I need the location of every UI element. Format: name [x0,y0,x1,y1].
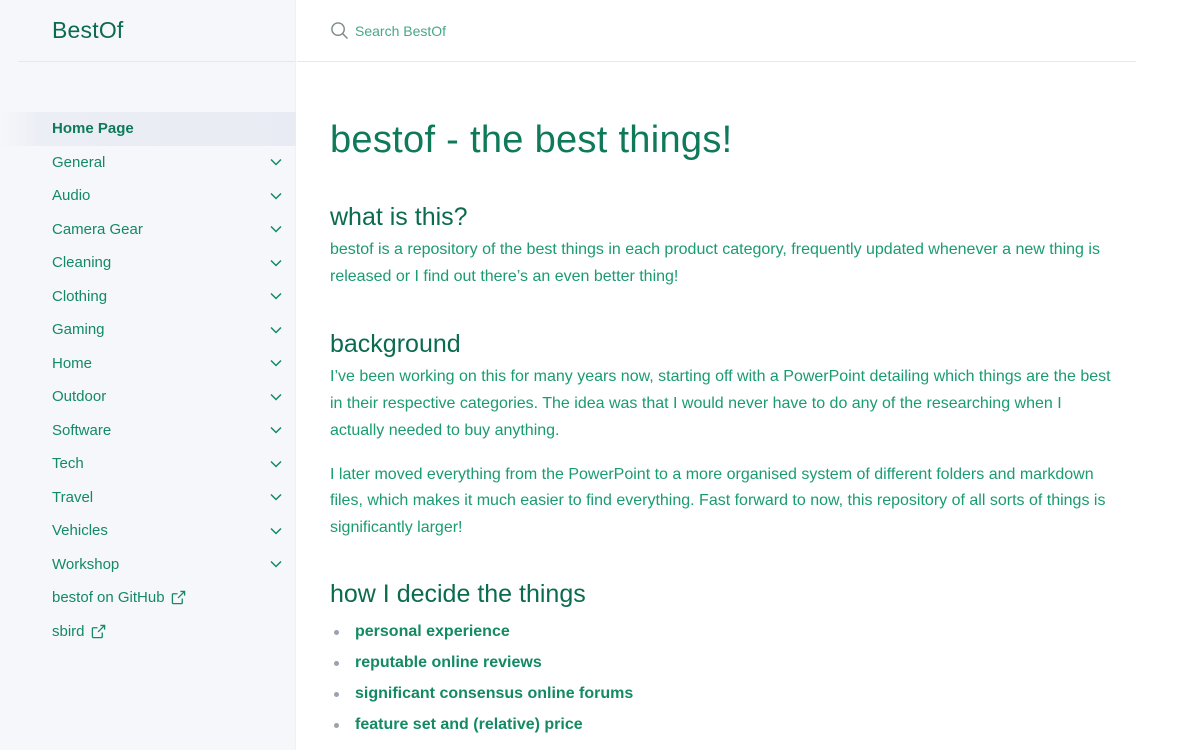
sidebar-item-label: Workshop [52,555,120,573]
chevron-down-icon[interactable] [268,422,284,438]
section-heading-background: background [330,330,461,359]
sidebar-item-cleaning[interactable]: Cleaning [0,246,296,280]
criteria-label: reputable online reviews [355,654,542,672]
sidebar-item-clothing[interactable]: Clothing [0,280,296,314]
chevron-down-icon[interactable] [268,355,284,371]
chevron-down-icon[interactable] [268,389,284,405]
sidebar-item-label: Outdoor [52,388,107,406]
chevron-down-icon[interactable] [268,456,284,472]
sidebar-item-camera-gear[interactable]: Camera Gear [0,213,296,247]
list-item: feature set and (relative) price [330,710,1120,741]
sidebar-item-gaming[interactable]: Gaming [0,313,296,347]
sidebar: BestOf Home Page General Audio Camera Ge… [0,0,296,750]
sidebar-item-label: Software [52,421,112,439]
chevron-down-icon[interactable] [268,188,284,204]
sidebar-item-travel[interactable]: Travel [0,481,296,515]
chevron-down-icon[interactable] [268,556,284,572]
paragraph-background-1: I’ve been working on this for many years… [330,368,1111,439]
sidebar-item-label: Home Page [52,120,134,138]
sidebar-item-label: Gaming [52,321,105,339]
chevron-down-icon[interactable] [268,288,284,304]
chevron-down-icon[interactable] [268,255,284,271]
sidebar-item-label: Tech [52,455,84,473]
list-item: personal experience [330,617,1120,648]
sidebar-item-outdoor[interactable]: Outdoor [0,380,296,414]
sidebar-item-workshop[interactable]: Workshop [0,548,296,582]
paragraph-what: bestof is a repository of the best thing… [330,241,1100,285]
bullet-icon [334,660,339,666]
sidebar-link-label: bestof on GitHub [52,589,165,607]
sidebar-item-vehicles[interactable]: Vehicles [0,514,296,548]
sidebar-item-home-page[interactable]: Home Page [0,112,296,146]
sidebar-nav: Home Page General Audio Camera Gear Clea… [0,112,296,648]
chevron-down-icon[interactable] [268,221,284,237]
sidebar-item-label: Travel [52,488,94,506]
sidebar-link-sbird[interactable]: sbird [0,615,296,649]
chevron-down-icon[interactable] [268,322,284,338]
search-bar [297,0,1136,62]
site-title-link[interactable]: BestOf [52,17,124,44]
sidebar-item-tech[interactable]: Tech [0,447,296,481]
chevron-down-icon[interactable] [268,154,284,170]
bullet-icon [334,691,339,697]
external-link-icon [91,624,106,639]
sidebar-item-audio[interactable]: Audio [0,179,296,213]
sidebar-item-home[interactable]: Home [0,347,296,381]
sidebar-item-label: Vehicles [52,522,108,540]
paragraph-background-2: I later moved everything from the PowerP… [330,465,1106,536]
sidebar-link-github[interactable]: bestof on GitHub [0,581,296,615]
criteria-label: personal experience [355,623,510,641]
bullet-icon [334,629,339,635]
sidebar-item-label: Clothing [52,287,108,305]
chevron-down-icon[interactable] [268,523,284,539]
sidebar-item-software[interactable]: Software [0,414,296,448]
search-icon [330,21,349,40]
section-heading-what: what is this? [330,203,468,231]
section-heading-how: how I decide the things [330,579,586,608]
list-item: significant consensus online forums [330,679,1120,710]
chevron-down-icon[interactable] [268,489,284,505]
bullet-icon [334,722,339,728]
sidebar-item-label: Home [52,354,93,372]
main-content: bestof - the best things! what is this? … [330,110,1120,741]
sidebar-item-label: Cleaning [52,254,112,272]
list-item: reputable online reviews [330,648,1120,679]
page-title: bestof - the best things! [330,119,733,161]
search-input[interactable] [355,22,755,39]
sidebar-item-general[interactable]: General [0,146,296,180]
criteria-label: significant consensus online forums [355,685,634,703]
sidebar-link-label: sbird [52,622,85,640]
external-link-icon [171,590,186,605]
sidebar-item-label: Camera Gear [52,220,143,238]
sidebar-header: BestOf [18,0,295,62]
sidebar-item-label: General [52,153,106,171]
sidebar-item-label: Audio [52,187,91,205]
criteria-label: feature set and (relative) price [355,716,583,734]
criteria-list: personal experience reputable online rev… [330,617,1120,741]
